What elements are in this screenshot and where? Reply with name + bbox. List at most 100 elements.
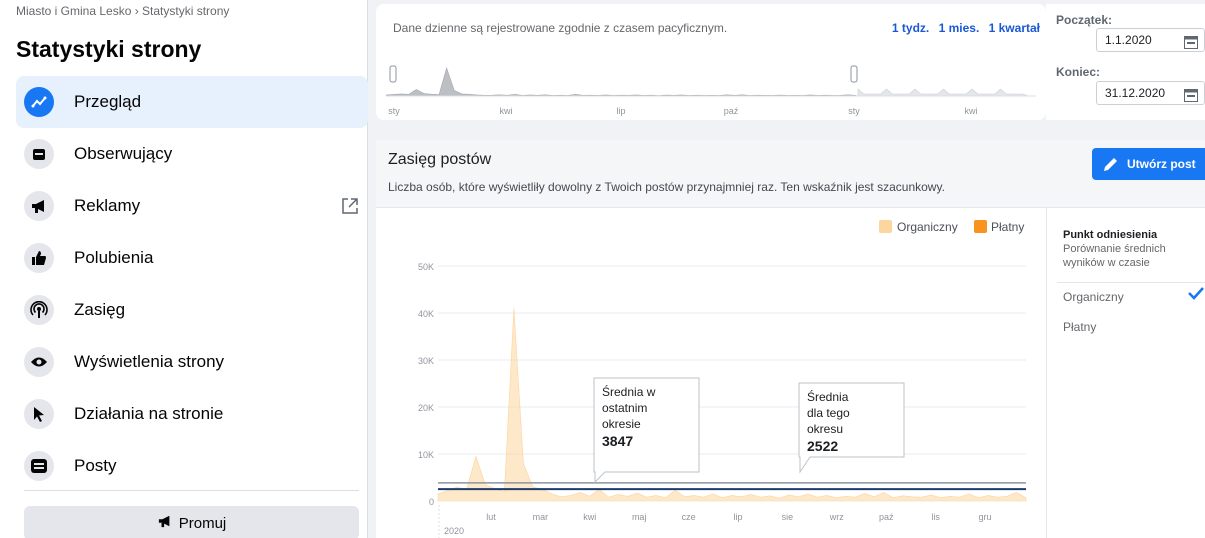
- date-picker-panel: Początek: 1.1.2020 Koniec: 31.12.2020: [1046, 4, 1205, 120]
- create-post-button[interactable]: Utwórz post: [1092, 148, 1205, 180]
- x-tick-label: paź: [879, 512, 894, 522]
- sidebar-item-przeglad[interactable]: Przegląd: [16, 76, 368, 128]
- legend-swatch-organic: [879, 220, 892, 233]
- annotation-current-average: Średnia dla tego okresu2522: [798, 382, 905, 474]
- range-overview-tick-label: sty: [388, 106, 400, 116]
- posts-icon: [24, 451, 54, 481]
- broadcast-icon: [24, 295, 54, 325]
- range-handle-start: [389, 65, 397, 83]
- end-date-value: 31.12.2020: [1105, 86, 1166, 100]
- post-reach-chart: 0 10K 20K 30K 40K 50K lut mar kwi maj cze lip sie wrz…: [418, 220, 1027, 538]
- range-link-quarter[interactable]: 1 kwartał: [989, 21, 1040, 35]
- sidebar-item-reklamy[interactable]: Reklamy: [16, 180, 368, 232]
- sidebar-item-wyswietlenia[interactable]: Wyświetlenia strony: [16, 336, 368, 388]
- sidebar-item-label: Wyświetlenia strony: [74, 352, 225, 371]
- calendar-icon[interactable]: [1184, 34, 1198, 56]
- benchmark-option-paid[interactable]: Płatny: [1063, 320, 1096, 334]
- breadcrumb[interactable]: Miasto i Gmina Lesko › Statystyki strony: [16, 4, 229, 18]
- start-date-value: 1.1.2020: [1105, 33, 1152, 47]
- range-overview-area: [386, 66, 857, 97]
- y-tick-label: 10K: [418, 450, 434, 460]
- end-date-label: Koniec:: [1056, 65, 1101, 79]
- sidebar-item-polubienia[interactable]: Polubienia: [16, 232, 368, 284]
- eye-icon: [24, 347, 54, 377]
- check-icon: [1187, 286, 1205, 305]
- annotation-current-average-value: 2522: [807, 438, 838, 454]
- legend-label-paid: Płatny: [991, 220, 1024, 234]
- y-tick-label: 40K: [418, 309, 434, 319]
- benchmark-divider: [1057, 282, 1205, 283]
- post-reach-card: Zasięg postów Liczba osób, które wyświet…: [376, 140, 1205, 538]
- start-date-label: Początek:: [1056, 13, 1113, 27]
- sidebar-item-dzialania[interactable]: Działania na stronie: [16, 388, 368, 440]
- benchmark-title: Punkt odniesienia: [1063, 229, 1158, 241]
- post-reach-description: Liczba osób, które wyświetliły dowolny z…: [388, 180, 945, 194]
- x-tick-label: mar: [533, 512, 549, 522]
- sidebar-item-label: Posty: [74, 456, 117, 475]
- x-tick-label: wrz: [829, 512, 844, 522]
- year-label: 2020: [444, 526, 464, 536]
- calendar-icon[interactable]: [1184, 87, 1198, 109]
- promote-button-label: Promuj: [178, 514, 227, 532]
- annotation-previous-average: Średnia w ostatnim okresie3847: [593, 377, 700, 484]
- x-tick-label: lis: [931, 512, 940, 522]
- timezone-note: Dane dzienne są rejestrowane zgodnie z c…: [393, 21, 728, 35]
- y-tick-label: 30K: [418, 356, 434, 366]
- y-tick-label: 50K: [418, 262, 434, 272]
- trend-icon: [24, 87, 54, 117]
- x-tick-label: kwi: [583, 512, 596, 522]
- x-tick-label: maj: [632, 512, 647, 522]
- x-tick-label: lip: [733, 512, 742, 522]
- post-reach-header: Zasięg postów Liczba osób, które wyświet…: [376, 140, 1205, 208]
- range-link-week[interactable]: 1 tydz.: [892, 21, 929, 35]
- sidebar-item-label: Polubienia: [74, 248, 154, 267]
- sidebar-item-posty[interactable]: Posty: [16, 440, 368, 492]
- sidebar: Miasto i Gmina Lesko › Statystyki strony…: [0, 0, 368, 538]
- x-tick-label: sie: [782, 512, 794, 522]
- post-reach-title: Zasięg postów: [388, 151, 492, 168]
- range-overview-tick-label: kwi: [500, 106, 513, 116]
- x-tick-label: lut: [486, 512, 496, 522]
- start-date-input[interactable]: 1.1.2020: [1096, 28, 1205, 52]
- annotation-previous-average-value: 3847: [602, 433, 633, 449]
- legend-swatch-paid: [974, 220, 987, 233]
- range-link-month[interactable]: 1 mies.: [939, 21, 980, 35]
- range-overview-tick-label: sty: [848, 106, 860, 116]
- sidebar-nav: Przegląd Obserwujący Reklamy Polubienia: [16, 76, 368, 492]
- sidebar-item-label: Obserwujący: [74, 144, 173, 163]
- benchmark-panel: Punkt odniesienia Porównanie średnich wy…: [1046, 208, 1205, 538]
- organic-series-area: [437, 308, 1027, 502]
- pointer-icon: [24, 399, 54, 429]
- sidebar-item-zasieg[interactable]: Zasięg: [16, 284, 368, 336]
- pencil-icon: [1104, 158, 1117, 171]
- create-post-label: Utwórz post: [1127, 157, 1196, 171]
- y-tick-label: 0: [429, 497, 434, 507]
- sidebar-item-label: Reklamy: [74, 196, 141, 215]
- megaphone-icon: [157, 514, 173, 532]
- sidebar-item-label: Przegląd: [74, 92, 142, 111]
- benchmark-subtitle: Porównanie średnich wyników w czasie: [1063, 243, 1166, 269]
- range-handle-end: [850, 65, 858, 83]
- legend-label-organic: Organiczny: [897, 220, 958, 234]
- date-range-card: Dane dzienne są rejestrowane zgodnie z c…: [376, 4, 1046, 120]
- megaphone-icon: [24, 191, 54, 221]
- range-overview-tick-label: paź: [724, 106, 739, 116]
- external-link-icon[interactable]: [340, 196, 360, 221]
- inbox-icon: [24, 139, 54, 169]
- range-overview-chart[interactable]: sty kwi lip paź sty kwi: [386, 44, 1036, 120]
- sidebar-divider: [24, 490, 359, 491]
- promote-button[interactable]: Promuj: [24, 506, 359, 538]
- sidebar-item-label: Zasięg: [74, 300, 126, 319]
- page-title: Statystyki strony: [16, 36, 202, 62]
- sidebar-item-label: Działania na stronie: [74, 404, 224, 423]
- y-tick-label: 20K: [418, 403, 434, 413]
- x-tick-label: gru: [978, 512, 991, 522]
- thumbs-up-icon: [24, 243, 54, 273]
- x-tick-label: cze: [682, 512, 696, 522]
- range-quick-links: 1 tydz. 1 mies. 1 kwartał: [886, 21, 1040, 35]
- range-overview-tick-label: lip: [616, 106, 625, 116]
- sidebar-item-obserwujacy[interactable]: Obserwujący: [16, 128, 368, 180]
- range-overview-tick-label: kwi: [965, 106, 978, 116]
- benchmark-option-organic[interactable]: Organiczny: [1063, 290, 1124, 304]
- end-date-input[interactable]: 31.12.2020: [1096, 81, 1205, 105]
